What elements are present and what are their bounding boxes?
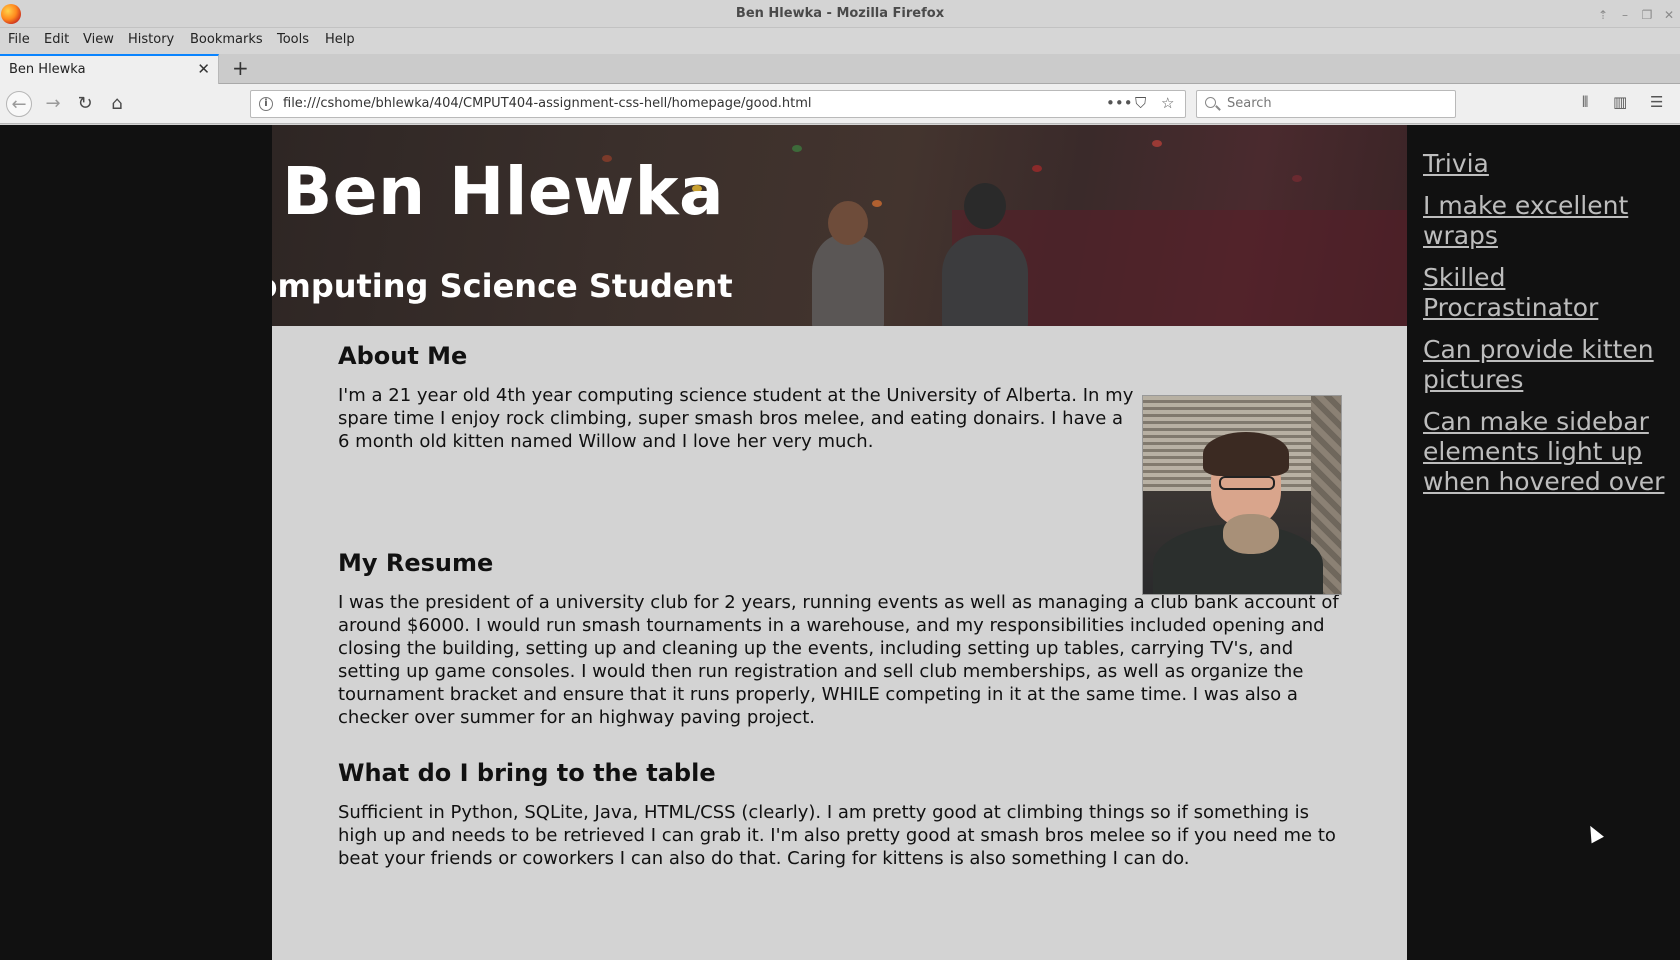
reload-icon[interactable]: ↻ xyxy=(72,91,98,117)
page-viewport: Ben Hlewka Computing Science Student Abo… xyxy=(0,125,1680,960)
window-minimize-icon[interactable]: – xyxy=(1614,4,1636,26)
tab-strip: Ben Hlewka ✕ + xyxy=(0,54,1680,85)
page-actions-menu-icon[interactable]: ••• xyxy=(1106,94,1133,112)
window-title: Ben Hlewka - Mozilla Firefox xyxy=(735,6,945,21)
climbing-hold xyxy=(1292,175,1302,182)
mouse-cursor-icon xyxy=(1584,822,1604,844)
bring-to-table-text: Sufficient in Python, SQLite, Java, HTML… xyxy=(338,802,1336,869)
menu-file[interactable]: File xyxy=(8,32,30,47)
sidebar-toggle-icon[interactable]: ▥ xyxy=(1613,93,1627,111)
menu-view[interactable]: View xyxy=(83,32,114,47)
sidebar-link-hover-elements[interactable]: Can make sidebar elements light up when … xyxy=(1423,407,1673,497)
menu-edit[interactable]: Edit xyxy=(44,32,69,47)
site-info-icon[interactable]: i xyxy=(259,97,273,111)
bring-to-table-heading: What do I bring to the table xyxy=(338,759,716,787)
climber-head xyxy=(828,201,868,245)
tab-close-icon[interactable]: ✕ xyxy=(197,60,210,78)
sidebar-link-trivia[interactable]: Trivia xyxy=(1423,149,1673,179)
climbing-hold xyxy=(1032,165,1042,172)
profile-photo xyxy=(1142,395,1342,595)
climbing-hold xyxy=(1152,140,1162,147)
sidebar-nav: Trivia I make excellent wraps Skilled Pr… xyxy=(1423,149,1673,509)
forward-arrow-icon[interactable]: → xyxy=(40,91,66,117)
tab-title: Ben Hlewka xyxy=(9,62,86,77)
search-icon xyxy=(1205,97,1216,108)
climber-figure xyxy=(812,235,884,326)
site-subtitle: Computing Science Student xyxy=(272,267,733,305)
window-restore-icon[interactable]: ❐ xyxy=(1636,4,1658,26)
about-text: I'm a 21 year old 4th year computing sci… xyxy=(338,385,1134,452)
library-icon[interactable]: ⫴ xyxy=(1582,93,1588,111)
bring-to-table-section: What do I bring to the table Sufficient … xyxy=(338,759,1343,870)
main-column: Ben Hlewka Computing Science Student Abo… xyxy=(272,125,1407,960)
menu-bar: File Edit View History Bookmarks Tools H… xyxy=(0,28,1680,54)
menu-help[interactable]: Help xyxy=(325,32,355,47)
photo-person-hair xyxy=(1203,432,1289,476)
sidebar-link-procrastinator[interactable]: Skilled Procrastinator xyxy=(1423,263,1673,323)
climber-figure xyxy=(942,235,1028,326)
sidebar-link-wraps[interactable]: I make excellent wraps xyxy=(1423,191,1673,251)
menu-bookmarks[interactable]: Bookmarks xyxy=(190,32,263,47)
sidebar-link-kitten-pictures[interactable]: Can provide kitten pictures xyxy=(1423,335,1673,395)
hamburger-menu-icon[interactable]: ☰ xyxy=(1650,93,1663,111)
url-bar[interactable]: i file:///cshome/bhlewka/404/CMPUT404-as… xyxy=(250,90,1186,118)
header-banner: Ben Hlewka Computing Science Student xyxy=(272,125,1407,326)
url-text[interactable]: file:///cshome/bhlewka/404/CMPUT404-assi… xyxy=(283,96,812,111)
climber-head xyxy=(964,183,1006,229)
window-titlebar: Ben Hlewka - Mozilla Firefox ⇡ – ❐ ✕ xyxy=(0,0,1680,28)
bookmark-star-icon[interactable]: ☆ xyxy=(1161,94,1174,112)
menu-tools[interactable]: Tools xyxy=(277,32,309,47)
site-title: Ben Hlewka xyxy=(282,153,725,230)
search-bar[interactable] xyxy=(1196,90,1456,118)
window-pin-icon[interactable]: ⇡ xyxy=(1592,4,1614,26)
climbing-hold xyxy=(792,145,802,152)
resume-text: I was the president of a university club… xyxy=(338,592,1339,728)
photo-person-glasses xyxy=(1219,476,1275,490)
photo-kitten xyxy=(1223,514,1279,554)
menu-history[interactable]: History xyxy=(128,32,174,47)
about-heading: About Me xyxy=(338,342,468,370)
climbing-hold xyxy=(872,200,882,207)
window-close-icon[interactable]: ✕ xyxy=(1658,4,1680,26)
tab-ben-hlewka[interactable]: Ben Hlewka ✕ xyxy=(0,54,219,85)
pocket-icon[interactable]: ⛉ xyxy=(1135,94,1146,112)
home-icon[interactable]: ⌂ xyxy=(104,91,130,117)
new-tab-plus-icon[interactable]: + xyxy=(232,56,249,80)
back-arrow-icon[interactable]: ← xyxy=(6,91,32,117)
search-input[interactable] xyxy=(1227,96,1447,111)
navigation-toolbar: ← → ↻ ⌂ i file:///cshome/bhlewka/404/CMP… xyxy=(0,84,1680,124)
